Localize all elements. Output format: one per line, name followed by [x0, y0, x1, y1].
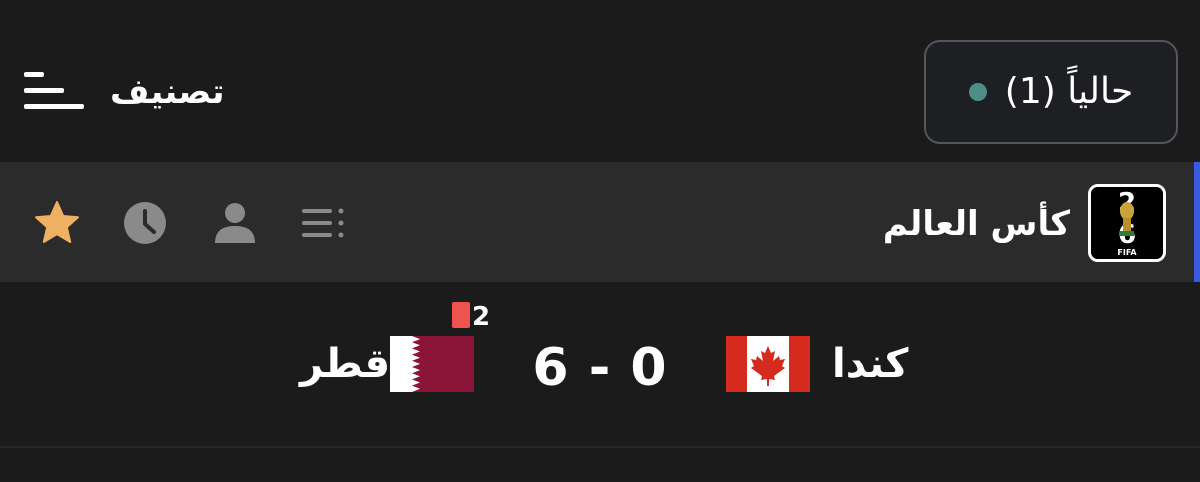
- sort-icon: [24, 70, 84, 114]
- live-matches-label: حالياً (1): [1004, 71, 1134, 112]
- favorite-star-icon[interactable]: [34, 200, 80, 246]
- league-accent-bar: [1194, 162, 1200, 282]
- league-name: كأس العالم: [882, 204, 1070, 244]
- qatar-flag-icon: [390, 336, 474, 392]
- sort-label: تصنيف: [110, 72, 225, 112]
- sort-button[interactable]: تصنيف: [24, 70, 225, 114]
- world-cup-trophy-icon: 2 6 FIFA: [1091, 187, 1163, 259]
- red-card-icon: [452, 302, 470, 328]
- standings-list-icon[interactable]: [300, 200, 346, 246]
- home-team-name: كندا: [832, 341, 909, 387]
- live-matches-button[interactable]: حالياً (1): [924, 40, 1178, 144]
- match-score: 6 - 0: [532, 338, 668, 398]
- match-row[interactable]: كندا 6 - 0 2 قطر: [0, 282, 1200, 446]
- row-divider: [0, 446, 1200, 448]
- svg-text:FIFA: FIFA: [1117, 248, 1137, 257]
- league-header[interactable]: 2 6 FIFA كأس العالم: [0, 162, 1200, 282]
- away-team-name: قطر: [300, 341, 391, 387]
- person-icon[interactable]: [212, 199, 258, 245]
- canada-flag-icon: [726, 336, 810, 392]
- top-bar: تصنيف حالياً (1): [0, 0, 1200, 162]
- clock-icon[interactable]: [122, 200, 168, 246]
- red-card-count: 2: [472, 302, 491, 332]
- live-indicator-dot: [968, 83, 987, 101]
- world-cup-logo: 2 6 FIFA: [1088, 184, 1166, 262]
